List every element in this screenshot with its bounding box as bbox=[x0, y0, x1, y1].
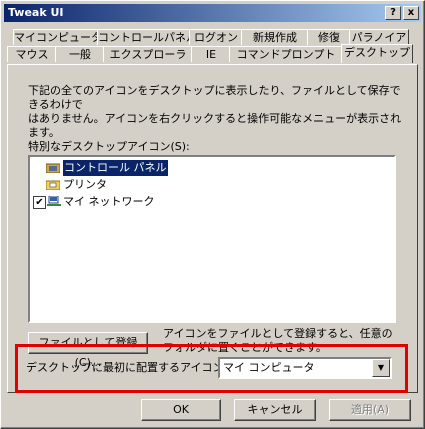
special-icons-list[interactable]: コントロール パネル プリンタ ✔ マイ ネットワーク bbox=[28, 155, 396, 323]
tab-repair[interactable]: 修復 bbox=[307, 29, 351, 45]
list-item-label: プリンタ bbox=[63, 178, 107, 191]
window-title: Tweak UI bbox=[8, 6, 64, 19]
network-icon bbox=[47, 196, 61, 206]
first-icon-dropdown[interactable]: マイ コンピュータ ▼ bbox=[218, 357, 392, 379]
register-as-file-button[interactable]: ファイルとして登録(C)... bbox=[28, 332, 148, 369]
tab-command-prompt[interactable]: コマンドプロンプト bbox=[229, 46, 343, 62]
ok-button[interactable]: OK bbox=[141, 399, 221, 421]
tab-desktop[interactable]: デスクトップ bbox=[341, 44, 413, 63]
control-panel-icon bbox=[46, 163, 60, 173]
help-button[interactable]: ? bbox=[385, 6, 401, 20]
first-icon-value: マイ コンピュータ bbox=[223, 361, 315, 374]
register-note: アイコンをファイルとして登録すると、任意の フォルダに置くことができます。 bbox=[163, 327, 393, 355]
apply-button[interactable]: 適用(A) bbox=[329, 399, 411, 421]
title-bar[interactable]: Tweak UI ? x bbox=[4, 4, 421, 22]
list-item-label: コントロール パネル bbox=[63, 160, 168, 176]
tab-ie[interactable]: IE bbox=[191, 46, 231, 62]
register-note-line-2: フォルダに置くことができます。 bbox=[163, 341, 327, 354]
tab-paranoia[interactable]: パラノイア bbox=[349, 29, 409, 45]
cancel-button[interactable]: キャンセル bbox=[234, 399, 316, 421]
network-checkbox[interactable]: ✔ bbox=[33, 196, 46, 209]
list-item-label: マイ ネットワーク bbox=[63, 195, 155, 208]
tab-new[interactable]: 新規作成 bbox=[241, 29, 309, 45]
close-button[interactable]: x bbox=[403, 6, 419, 20]
register-note-line-1: アイコンをファイルとして登録すると、任意の bbox=[163, 327, 393, 340]
tab-control-panel[interactable]: コントロールパネル bbox=[97, 29, 197, 45]
chevron-down-icon[interactable]: ▼ bbox=[372, 359, 390, 377]
tab-general[interactable]: 一般 bbox=[55, 46, 105, 62]
description: 下記の全てのアイコンをデスクトップに表示したり、ファイルとして保存できるわけで … bbox=[28, 84, 408, 140]
tab-explorer[interactable]: エクスプローラ bbox=[103, 46, 193, 62]
special-icons-label: 特別なデスクトップアイコン(S): bbox=[28, 140, 190, 153]
description-line-2: はありません。アイコンを右クリックすると操作可能なメニューが表示されます。 bbox=[28, 112, 402, 139]
description-line-1: 下記の全てのアイコンをデスクトップに表示したり、ファイルとして保存できるわけで bbox=[28, 84, 401, 111]
first-icon-label: デスクトップに最初に配置するアイコン(F): bbox=[26, 361, 243, 374]
tab-mouse[interactable]: マウス bbox=[7, 46, 57, 62]
printer-folder-icon bbox=[46, 180, 60, 190]
tab-my-computer[interactable]: マイコンピュータ bbox=[13, 29, 102, 45]
tab-logon[interactable]: ログオン bbox=[189, 29, 243, 45]
